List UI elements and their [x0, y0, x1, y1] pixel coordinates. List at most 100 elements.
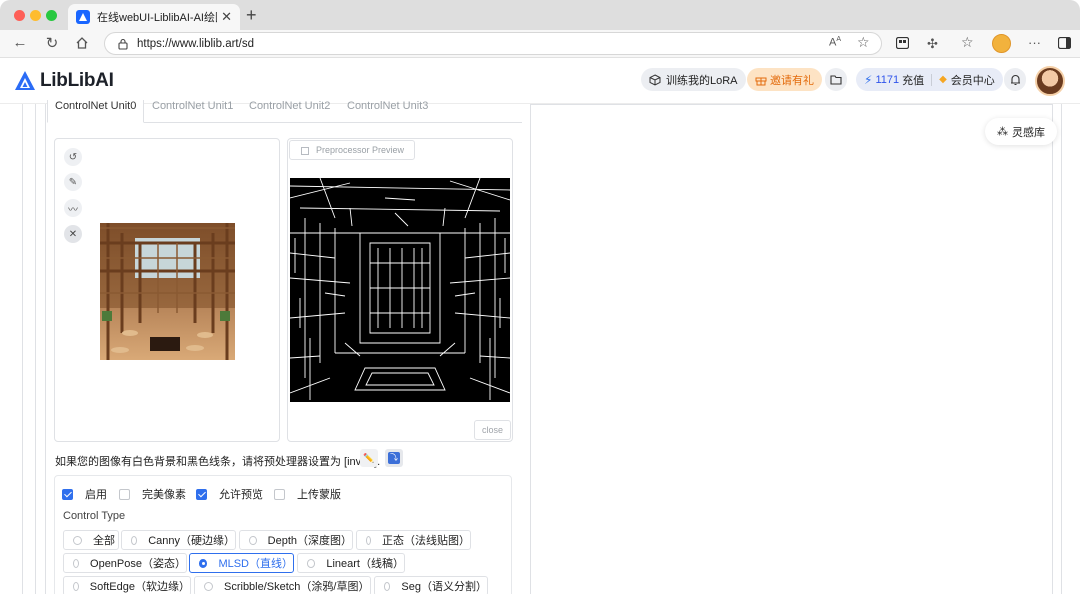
control-type-label-text: 全部 [93, 535, 115, 547]
browser-tab-bar: 在线webUI-LiblibAI-AI绘图工具 ✕ + [0, 0, 1080, 30]
train-lora-button[interactable]: 训练我的LoRA [641, 68, 746, 91]
column-border [45, 104, 46, 594]
control-type-all[interactable]: 全部 [63, 530, 119, 550]
control-type-mlsd[interactable]: MLSD（直线） [189, 553, 294, 573]
control-type-canny[interactable]: Canny（硬边缘） [121, 530, 236, 550]
favorites-list-icon[interactable]: ☆ [961, 34, 974, 51]
notification-button[interactable] [1004, 68, 1026, 91]
read-aloud-icon[interactable]: AA [829, 36, 841, 49]
minimize-window-button[interactable] [30, 10, 41, 21]
browser-toolbar: ← ↻ https://www.liblib.art/sd AA ☆ ✣ ☆ ·… [0, 30, 1080, 58]
invert-tip-text: 如果您的图像有白色背景和黑色线条，请将预处理器设置为 [invert]. [55, 456, 381, 468]
main-content: ControlNet Unit0 ControlNet Unit1 Contro… [0, 100, 1080, 594]
controlnet-options: 启用 完美像素 允许预览 上传蒙版 Control Type 全部 Canny（… [54, 475, 512, 594]
liblib-logo-icon [15, 71, 35, 90]
recharge-link[interactable]: 充值 [902, 72, 924, 88]
folder-icon [830, 75, 842, 85]
brush-icon[interactable]: 〰 [64, 199, 82, 217]
pixel-perfect-label: 完美像素 [142, 489, 186, 501]
reload-icon[interactable]: ↻ [42, 34, 62, 52]
control-type-label-text: SoftEdge（软边缘） [89, 581, 190, 593]
clear-image-icon[interactable]: ✕ [64, 225, 82, 243]
control-type-normal[interactable]: 正态（法线贴图） [356, 530, 471, 550]
sidebar-toggle-icon[interactable] [1057, 36, 1072, 52]
pencil-icon[interactable]: ✎ [64, 173, 82, 191]
home-icon[interactable] [72, 34, 92, 54]
enable-checkbox[interactable]: 启用 [62, 486, 107, 502]
lock-icon [118, 38, 128, 50]
radio-dot [73, 581, 79, 591]
control-type-label-text: 正态（法线贴图） [382, 535, 470, 547]
extensions-icon[interactable]: ✣ [927, 36, 938, 52]
control-type-seg[interactable]: Seg（语义分割） [374, 576, 488, 594]
edit-icon[interactable]: ✏️ [360, 449, 378, 467]
control-type-openpose[interactable]: OpenPose（姿态） [63, 553, 187, 573]
pixel-perfect-checkbox[interactable]: 完美像素 [119, 486, 186, 502]
checkbox-box[interactable] [274, 488, 285, 500]
radio-dot [199, 558, 208, 568]
control-type-scribble[interactable]: Scribble/Sketch（涂鸦/草图） [194, 576, 371, 594]
upload-mask-checkbox[interactable]: 上传蒙版 [274, 486, 341, 502]
maximize-window-button[interactable] [46, 10, 57, 21]
control-type-label-text: OpenPose（姿态） [90, 558, 186, 570]
preprocessor-preview-panel: Preprocessor Preview close [287, 138, 513, 442]
allow-preview-checkbox[interactable]: 允许预览 [196, 486, 263, 502]
radio-dot [73, 558, 80, 568]
radio-dot [249, 535, 257, 545]
radio-dot [73, 535, 82, 545]
collections-icon[interactable] [895, 36, 910, 52]
right-panel-top-border [531, 104, 1052, 105]
magic-wand-icon: ⁂ [997, 126, 1008, 138]
inspiration-label: 灵感库 [1012, 126, 1045, 139]
logo-text: LibLibAI [40, 70, 114, 91]
diamond-icon: ◆ [939, 74, 947, 85]
browser-tab[interactable]: 在线webUI-LiblibAI-AI绘图工具 ✕ [68, 4, 240, 30]
folder-button[interactable] [825, 68, 847, 91]
tab-controlnet-unit0[interactable]: ControlNet Unit0 [47, 100, 145, 123]
input-image-panel[interactable]: ↺ ✎ 〰 ✕ [54, 138, 280, 442]
browser-profile-avatar[interactable] [992, 34, 1011, 53]
control-type-label-text: Seg（语义分割） [401, 581, 487, 593]
new-tab-button[interactable]: + [246, 5, 257, 26]
back-arrow-icon[interactable]: ← [10, 34, 30, 51]
radio-dot [384, 581, 391, 591]
column-border [530, 104, 531, 594]
train-lora-label: 训练我的LoRA [666, 74, 738, 87]
more-menu-icon[interactable]: ··· [1028, 35, 1041, 50]
cube-icon [649, 73, 661, 86]
column-border [22, 104, 23, 594]
member-center-link[interactable]: 会员中心 [951, 72, 995, 88]
checkbox-box[interactable] [62, 488, 73, 500]
inspiration-library-button[interactable]: ⁂ 灵感库 [985, 118, 1057, 145]
control-type-lineart[interactable]: Lineart（线稿） [297, 553, 405, 573]
upload-mask-label: 上传蒙版 [297, 489, 341, 501]
app-header: LibLibAI 训练我的LoRA 邀请有礼 ⚡ 1171 充值 ◆ 会员中心 [0, 58, 1080, 104]
url-text: https://www.liblib.art/sd [137, 37, 254, 50]
close-preview-button[interactable]: close [473, 420, 511, 440]
swap-icon[interactable]: ⤵ [385, 449, 403, 467]
points-count: 1171 [875, 73, 900, 86]
control-type-label-text: Depth（深度图） [267, 535, 352, 547]
controlnet-tabs: ControlNet Unit0 ControlNet Unit1 Contro… [47, 100, 522, 123]
tab-controlnet-unit1[interactable]: ControlNet Unit1 [152, 100, 233, 112]
undo-icon[interactable]: ↺ [64, 148, 82, 166]
favorite-star-icon[interactable]: ☆ [857, 34, 870, 51]
checkbox-box[interactable] [196, 488, 207, 500]
address-bar[interactable]: https://www.liblib.art/sd [104, 32, 882, 55]
mlsd-line-preview-image [289, 177, 511, 402]
tab-controlnet-unit2[interactable]: ControlNet Unit2 [249, 100, 330, 112]
column-border [1052, 104, 1053, 594]
control-type-label-text: Canny（硬边缘） [148, 535, 235, 547]
liblib-logo[interactable]: LibLibAI [14, 70, 114, 92]
points-member-bar[interactable]: ⚡ 1171 充值 ◆ 会员中心 [856, 68, 1003, 91]
tab-close-icon[interactable]: ✕ [221, 9, 232, 25]
close-window-button[interactable] [14, 10, 25, 21]
control-type-depth[interactable]: Depth（深度图） [239, 530, 353, 550]
control-type-label-text: Lineart（线稿） [326, 558, 404, 570]
uploaded-image [100, 223, 235, 360]
user-avatar[interactable] [1035, 66, 1065, 96]
tab-controlnet-unit3[interactable]: ControlNet Unit3 [347, 100, 428, 112]
checkbox-box[interactable] [119, 488, 130, 500]
control-type-softedge[interactable]: SoftEdge（软边缘） [63, 576, 191, 594]
invite-button[interactable]: 邀请有礼 [747, 68, 822, 91]
